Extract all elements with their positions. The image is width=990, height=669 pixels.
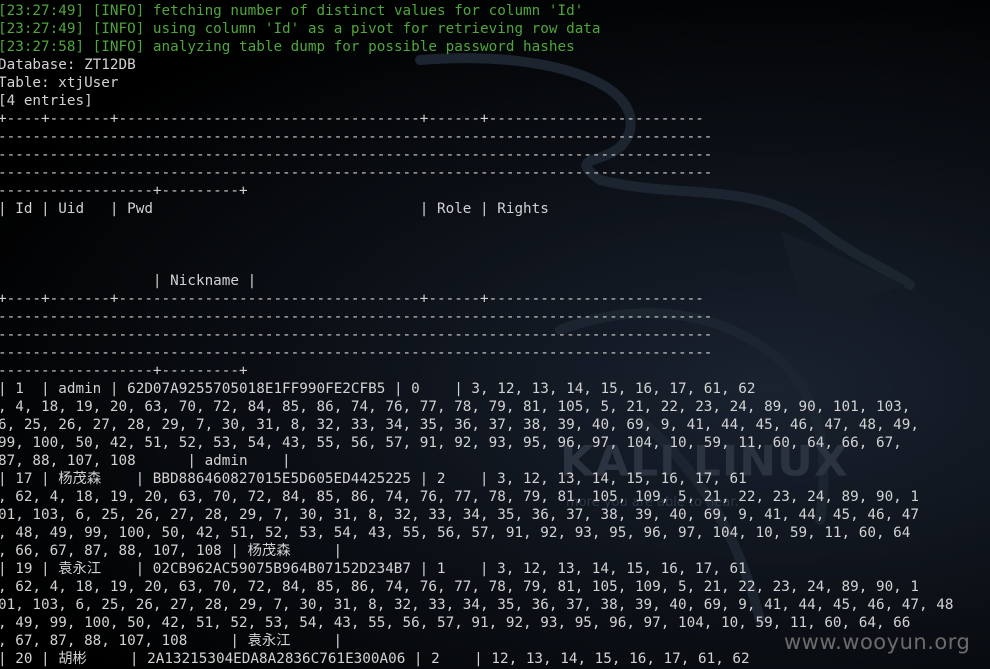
terminal-line: 01, 103, 6, 25, 26, 27, 28, 29, 7, 30, 3… [0, 507, 919, 523]
terminal-line: , 62, 4, 18, 19, 20, 63, 70, 72, 84, 85,… [0, 489, 919, 505]
table-separator-line: ----------------------------------------… [0, 129, 713, 145]
terminal-line: 87, 88, 107, 108 | admin | [0, 453, 291, 469]
terminal-line: , 4, 18, 19, 20, 63, 70, 72, 84, 85, 86,… [0, 399, 911, 415]
terminal-line: 99, 100, 50, 42, 51, 52, 53, 54, 43, 55,… [0, 435, 902, 451]
table-separator-line: +----+-------+--------------------------… [0, 111, 704, 127]
table-separator-line: ------------------+---------+ [0, 363, 248, 379]
terminal-line: Database: ZT12DB [0, 57, 136, 73]
terminal-line: 6, 25, 26, 27, 28, 29, 7, 30, 31, 8, 32,… [0, 417, 919, 433]
table-separator-line: ----------------------------------------… [0, 327, 713, 343]
terminal-line: , 48, 49, 99, 100, 50, 42, 51, 52, 53, 5… [0, 525, 911, 541]
terminal-line: | 20 | 胡彬 | 2A13215304EDA8A2836C761E300A… [0, 651, 750, 667]
log-info-line: [23:27:58] [INFO] analyzing table dump f… [0, 39, 575, 55]
table-separator-line: ----------------------------------------… [0, 147, 713, 163]
terminal-line: , 62, 4, 18, 19, 20, 63, 70, 72, 84, 85,… [0, 579, 919, 595]
terminal-line: | Nickname | [0, 273, 257, 289]
terminal-line: , 49, 99, 100, 50, 42, 51, 52, 53, 54, 4… [0, 615, 911, 631]
terminal-line: Table: xtjUser [0, 75, 119, 91]
table-separator-line: +----+-------+--------------------------… [0, 291, 704, 307]
terminal-line: | 1 | admin | 62D07A9255705018E1FF990FE2… [0, 381, 756, 397]
terminal-line: , 67, 87, 88, 107, 108 | 袁永江 | [0, 633, 343, 649]
table-separator-line: ------------------+---------+ [0, 183, 248, 199]
table-separator-line: ----------------------------------------… [0, 309, 713, 325]
table-separator-line: ----------------------------------------… [0, 345, 713, 361]
terminal-line: [4 entries] [0, 93, 93, 109]
terminal-line: 01, 103, 6, 25, 26, 27, 28, 29, 7, 30, 3… [0, 597, 954, 613]
terminal-line: | 19 | 袁永江 | 02CB962AC59075B964B07152D23… [0, 561, 747, 577]
terminal-line: | 17 | 杨茂森 | BBD886460827015E5D605ED4425… [0, 471, 747, 487]
table-separator-line: ----------------------------------------… [0, 165, 713, 181]
terminal-output[interactable]: [23:27:49] [INFO] fetching number of dis… [0, 2, 988, 668]
log-info-line: [23:27:49] [INFO] using column 'Id' as a… [0, 21, 601, 37]
terminal-line: | Id | Uid | Pwd | Role | Rights [0, 201, 549, 217]
log-info-line: [23:27:49] [INFO] fetching number of dis… [0, 3, 584, 19]
terminal-line: , 66, 67, 87, 88, 107, 108 | 杨茂森 | [0, 543, 343, 559]
